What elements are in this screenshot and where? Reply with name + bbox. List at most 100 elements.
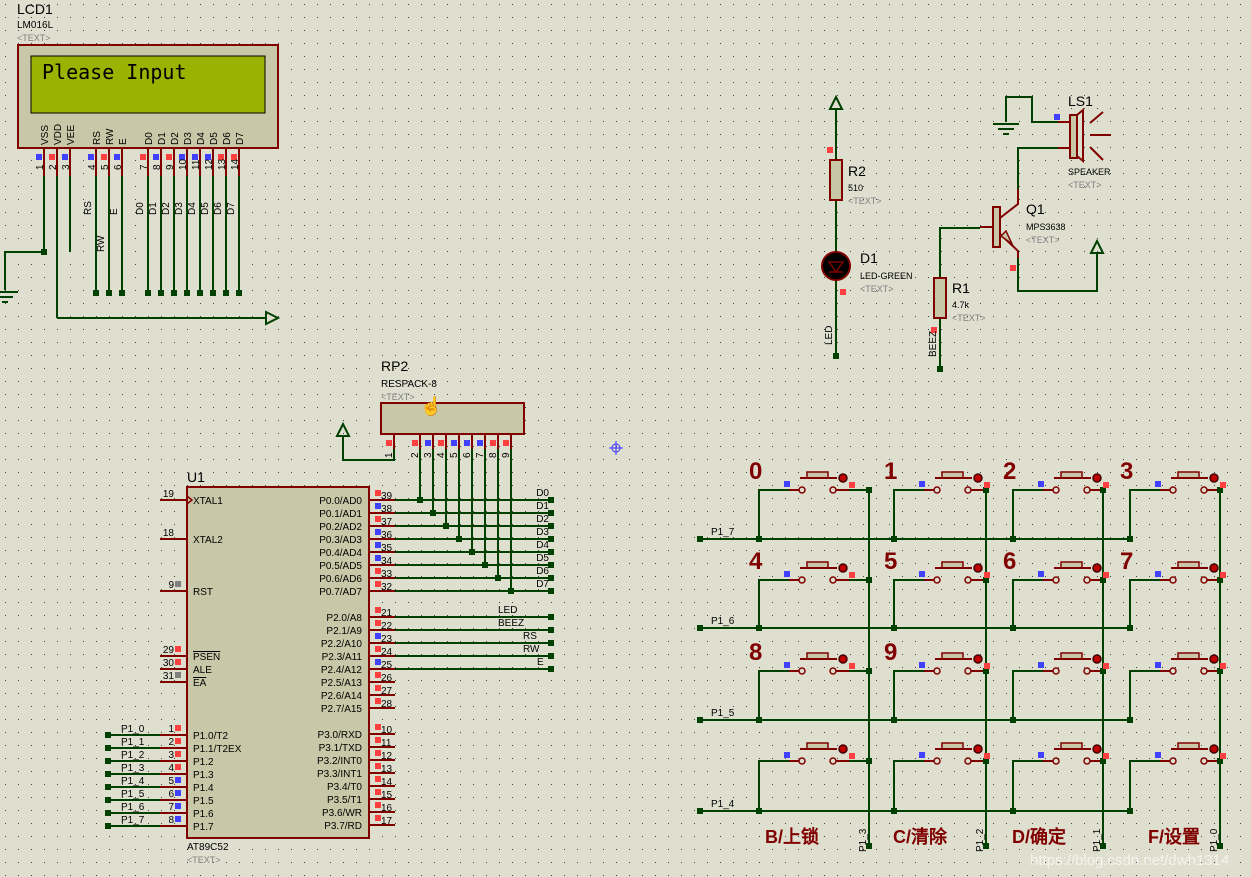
pin-number: 37 xyxy=(381,517,393,528)
component-ref: U1 xyxy=(187,469,205,485)
junction-dot xyxy=(697,536,703,542)
junction-dot xyxy=(756,625,762,631)
button-actuator-icon[interactable] xyxy=(1092,473,1102,483)
button-actuator-icon[interactable] xyxy=(973,654,983,664)
button-actuator-icon[interactable] xyxy=(838,744,848,754)
schematic-canvas[interactable]: LCD1 LM016L <TEXT> Please Input VSS 1 VDD 2 VEE 3… xyxy=(0,0,1251,877)
pin-label: P2.1/A9 xyxy=(326,626,362,637)
button-actuator-icon[interactable] xyxy=(1092,744,1102,754)
net-label: P1_5 xyxy=(121,789,145,800)
pin-state-marker xyxy=(1103,753,1109,759)
pin-state-marker xyxy=(140,154,146,160)
net-label: D2 xyxy=(536,514,549,525)
resistor-r2[interactable] xyxy=(829,159,843,201)
button-actuator-icon[interactable] xyxy=(838,563,848,573)
junction-dot xyxy=(1127,808,1133,814)
pin-state-marker xyxy=(1155,662,1161,668)
pin-number: 30 xyxy=(163,658,175,669)
row-net-label: P1_6 xyxy=(711,616,735,627)
button-actuator-icon[interactable] xyxy=(973,744,983,754)
key-label: 4 xyxy=(749,548,763,575)
transistor-q1[interactable] xyxy=(992,206,1001,248)
button-actuator-icon[interactable] xyxy=(973,563,983,573)
pin-state-marker xyxy=(919,752,925,758)
pin-number: 34 xyxy=(381,556,393,567)
button-actuator-icon[interactable] xyxy=(1209,654,1219,664)
pin-state-marker xyxy=(1038,481,1044,487)
pin-state-marker xyxy=(477,440,483,446)
resistor-r1[interactable] xyxy=(933,277,947,319)
net-label: P1_4 xyxy=(121,776,145,787)
pin-label: P2.0/A8 xyxy=(326,613,362,624)
pin-number: 33 xyxy=(381,569,393,580)
button-actuator-icon[interactable] xyxy=(1092,654,1102,664)
pin-number: 8 xyxy=(168,815,174,826)
speaker-ls1[interactable] xyxy=(1069,114,1078,159)
net-label: D5 xyxy=(200,202,211,215)
pin-number: 23 xyxy=(381,634,393,645)
component-ref: R1 xyxy=(952,280,970,296)
junction-dot xyxy=(105,784,111,790)
pin-state-marker xyxy=(175,751,181,757)
button-actuator-icon[interactable] xyxy=(1209,744,1219,754)
component-ref: RP2 xyxy=(381,358,408,374)
junction-dot xyxy=(548,627,554,633)
respack-body[interactable] xyxy=(380,402,525,435)
pin-state-marker xyxy=(166,154,172,160)
junction-dot xyxy=(41,249,47,255)
pin-number: 38 xyxy=(381,504,393,515)
junction-dot xyxy=(891,625,897,631)
junction-dot xyxy=(866,487,872,493)
pin-label: ALE xyxy=(193,665,212,676)
junction-dot xyxy=(223,290,229,296)
net-label: D7 xyxy=(536,579,549,590)
pin-label: P1.6 xyxy=(193,809,214,820)
pin-label: RS xyxy=(92,131,103,145)
text-placeholder: <TEXT> xyxy=(187,855,221,865)
pin-number: 10 xyxy=(178,158,189,170)
button-actuator-icon[interactable] xyxy=(1092,563,1102,573)
net-label: D3 xyxy=(174,202,185,215)
button-actuator-icon[interactable] xyxy=(1209,473,1219,483)
pin-number: 7 xyxy=(139,164,150,170)
pin-state-marker xyxy=(412,440,418,446)
junction-dot xyxy=(548,640,554,646)
pin-label: P0.3/AD3 xyxy=(319,535,362,546)
junction-dot xyxy=(866,758,872,764)
pin-state-marker xyxy=(1220,663,1226,669)
column-net-label: P1_0 xyxy=(1209,828,1220,852)
net-label: P1_1 xyxy=(121,737,145,748)
component-model: SPEAKER xyxy=(1068,167,1111,177)
junction-dot xyxy=(833,353,839,359)
net-label: BEEZ xyxy=(498,618,524,629)
pin-label: VSS xyxy=(40,125,51,145)
junction-dot xyxy=(119,290,125,296)
pin-label: P0.4/AD4 xyxy=(319,548,362,559)
pin-number: 3 xyxy=(61,164,72,170)
pin-label: P1.1/T2EX xyxy=(193,744,242,755)
net-label: P1_3 xyxy=(121,763,145,774)
pin-state-marker xyxy=(849,753,855,759)
led-d1[interactable] xyxy=(821,251,851,281)
button-actuator-icon[interactable] xyxy=(838,654,848,664)
junction-dot xyxy=(937,366,943,372)
net-label: LED xyxy=(824,326,835,345)
junction-dot xyxy=(1127,717,1133,723)
button-actuator-icon[interactable] xyxy=(1209,563,1219,573)
column-net-label: P1_1 xyxy=(1092,828,1103,852)
button-actuator-icon[interactable] xyxy=(973,473,983,483)
component-ref: LCD1 xyxy=(17,1,53,17)
junction-dot xyxy=(756,717,762,723)
pin-label: P2.4/A12 xyxy=(321,665,363,676)
button-actuator-icon[interactable] xyxy=(838,473,848,483)
pin-number: 29 xyxy=(163,645,175,656)
net-label: D3 xyxy=(536,527,549,538)
junction-dot xyxy=(197,290,203,296)
net-label: RS xyxy=(83,201,94,215)
junction-dot xyxy=(866,668,872,674)
pin-state-marker xyxy=(490,440,496,446)
pin-state-marker xyxy=(1038,662,1044,668)
pin-label: RW xyxy=(105,128,116,145)
pin-state-marker xyxy=(175,816,181,822)
pin-label: D3 xyxy=(183,132,194,145)
